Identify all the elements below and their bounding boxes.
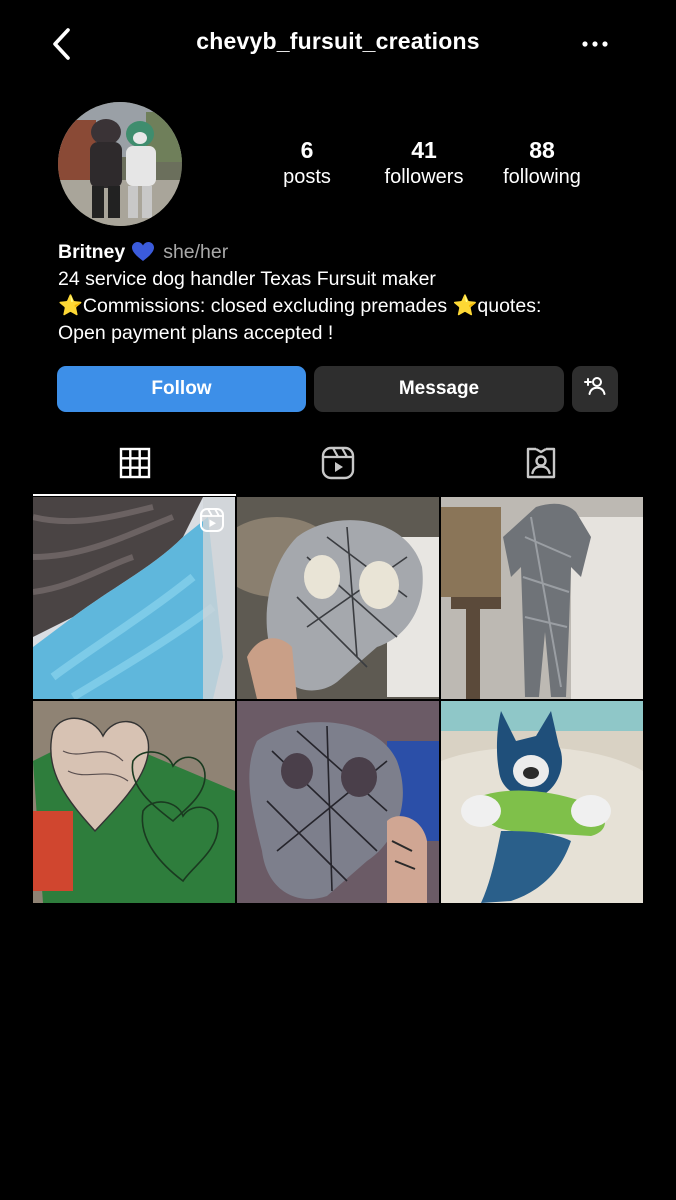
tab-posts-grid[interactable] [33, 436, 236, 496]
post-blue-green-fursuit-head[interactable] [441, 701, 643, 903]
stat-followers[interactable]: 41 followers [364, 136, 484, 190]
bio-line-1: 24 service dog handler Texas Fursuit mak… [58, 268, 436, 290]
suggested-users-button[interactable] [572, 366, 618, 412]
profile-bio: Britney she/her 24 service dog handler T… [58, 238, 648, 347]
follow-button[interactable]: Follow [57, 366, 306, 412]
more-horizontal-icon[interactable] [574, 24, 618, 64]
bio-commissions: Commissions: closed excluding premades [82, 295, 453, 317]
tagged-person-icon [524, 446, 558, 485]
stat-following[interactable]: 88 following [482, 136, 602, 190]
star-icon: ⭐ [58, 295, 83, 317]
posts-grid [33, 497, 643, 903]
tab-reels[interactable] [236, 436, 439, 494]
display-name: Britney [58, 240, 126, 263]
active-tab-indicator [33, 494, 236, 496]
pronouns: she/her [163, 240, 229, 263]
post-taped-head-base[interactable] [237, 497, 439, 699]
bio-line-3: Open payment plans accepted ! [58, 322, 334, 344]
post-paper-heart-patterns[interactable] [33, 701, 235, 903]
profile-tabs [33, 436, 642, 496]
top-bar: chevyb_fursuit_creations [0, 0, 676, 88]
tab-tagged[interactable] [439, 436, 642, 494]
stat-posts[interactable]: 6 posts [247, 136, 367, 190]
followers-count: 41 [411, 137, 437, 163]
name-row: Britney she/her [58, 238, 648, 266]
star-icon: ⭐ [452, 295, 478, 317]
add-person-icon [583, 374, 607, 404]
following-count: 88 [529, 137, 555, 163]
posts-count: 6 [300, 137, 314, 163]
reels-icon [321, 446, 355, 485]
post-duct-tape-bodysuit[interactable] [441, 497, 643, 699]
reel-badge-icon [199, 507, 225, 533]
following-label: following [503, 166, 581, 188]
bio-line-2: ⭐Commissions: closed excluding premades … [58, 293, 648, 320]
followers-label: followers [384, 166, 464, 188]
blue-heart-icon [131, 241, 155, 263]
posts-label: posts [283, 166, 331, 188]
bio-quotes: quotes: [477, 295, 542, 317]
post-blue-fur[interactable] [33, 497, 235, 699]
post-tape-pattern-mask[interactable] [237, 701, 439, 903]
message-button[interactable]: Message [314, 366, 564, 412]
grid-icon [119, 447, 151, 484]
avatar[interactable] [58, 102, 182, 226]
